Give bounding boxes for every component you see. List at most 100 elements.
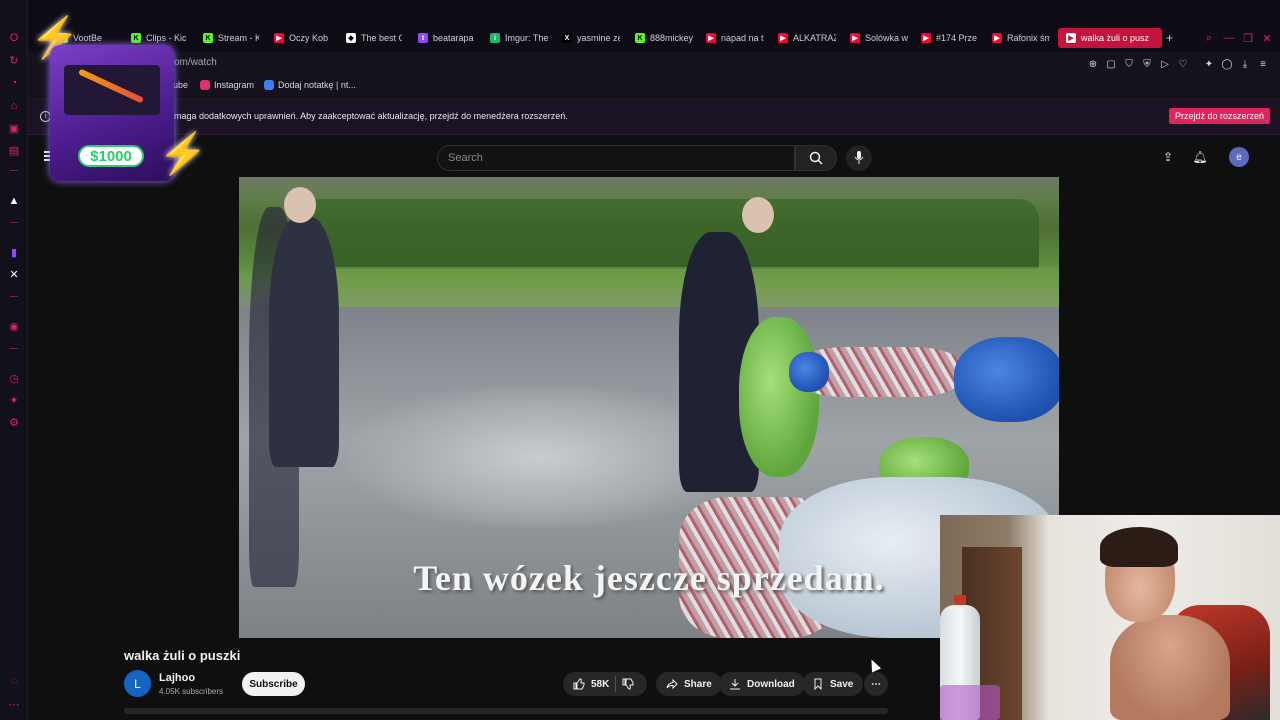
mouse-cursor — [866, 657, 882, 673]
opera-logo-icon[interactable]: O — [6, 30, 22, 46]
bookmark-note[interactable]: Dodaj notatkę | nt... — [264, 80, 356, 90]
twitch-icon[interactable]: ▮ — [6, 244, 22, 260]
tab-label: The best C — [361, 33, 402, 43]
video-person-head — [742, 197, 774, 233]
extensions-icon[interactable]: ✦ — [6, 392, 22, 408]
tab[interactable]: ◆ The best C — [346, 28, 402, 48]
webcam-streamer-hair — [1100, 527, 1178, 567]
subscriber-count: 4.05K subscribers — [159, 687, 224, 696]
minimize-icon[interactable]: — — [1222, 31, 1236, 45]
search-button[interactable] — [795, 145, 837, 171]
youtube-header: ⇪ 🔔︎ e — [28, 136, 1280, 178]
gx-icon[interactable]: ◌ — [6, 673, 22, 689]
tab-label: 888mickey — [650, 33, 693, 43]
vpn-icon[interactable]: ⛨ — [1140, 57, 1154, 71]
x-icon[interactable]: ✕ — [6, 266, 22, 282]
download-icon — [730, 679, 740, 690]
video-scene-grass — [299, 267, 1059, 307]
clock-icon[interactable]: ◷ — [6, 370, 22, 386]
bell-icon[interactable]: 🔔︎ — [1192, 149, 1208, 165]
search-box[interactable] — [437, 145, 795, 171]
search-tabs-icon[interactable]: ⌕ — [1202, 31, 1216, 45]
tab-label: Solówka w — [865, 33, 908, 43]
menu-icon[interactable]: ≡ — [1256, 57, 1270, 71]
account-avatar[interactable]: e — [1229, 147, 1249, 167]
download-label: Download — [747, 678, 795, 690]
tab[interactable]: Xyasmine ze — [562, 28, 620, 48]
subscribe-button[interactable]: Subscribe — [242, 672, 305, 696]
tab[interactable]: K Stream - K — [203, 28, 259, 48]
search-input[interactable] — [438, 146, 794, 170]
tab[interactable]: i Imgur: The — [490, 28, 548, 48]
history-icon[interactable]: ◔ — [6, 75, 22, 91]
webcam-glass — [940, 685, 1000, 720]
messenger-icon[interactable]: ▤ — [6, 142, 22, 158]
tab[interactable]: ▶ #174 Prze — [921, 28, 979, 48]
tab-strip: K VootBe K Clips - Kic K Stream - K ▶ Oczy K… — [28, 0, 1280, 52]
address-bar[interactable]: om/watch ⊕ ▢ ⛉ ⛨ ▷ ♡ ✦ ◯ ⤓ ≡ — [28, 52, 1280, 76]
image-icon[interactable]: ▣ — [6, 120, 22, 136]
aria-icon[interactable]: ▲ — [6, 193, 22, 209]
more-icon[interactable]: ⋯ — [6, 696, 22, 712]
more-icon: ⋯ — [871, 678, 881, 690]
tab[interactable]: t beatarapa — [418, 28, 474, 48]
maximize-icon[interactable]: ❐ — [1241, 31, 1255, 45]
more-actions-button[interactable]: ⋯ — [864, 672, 888, 696]
bookmarks-bar: ube Instagram Dodaj notatkę | nt... — [28, 76, 1280, 96]
tab-label: #174 Prze — [936, 33, 978, 43]
tab-label: ALKATRAZ — [793, 33, 836, 43]
youtube-icon: ▶ — [921, 33, 931, 43]
thumbs-down-icon[interactable] — [622, 678, 634, 690]
go-to-extensions-button[interactable]: Przejdź do rozszerzeń — [1168, 108, 1270, 124]
voice-search-button[interactable] — [846, 145, 872, 171]
video-subtitle: Ten wózek jeszcze sprzedam. — [413, 558, 885, 598]
tab[interactable]: ▶ Rafonix śm — [992, 28, 1050, 48]
tab[interactable]: ▶ ALKATRAZ — [778, 28, 836, 48]
x-icon: X — [562, 33, 572, 43]
video-blue-bag — [954, 337, 1059, 422]
tab-label: Oczy Kob — [289, 33, 329, 43]
tab-active[interactable]: ▶ walka żuli o pusz — [1058, 28, 1162, 48]
snapshot-icon[interactable]: ▢ — [1104, 57, 1118, 71]
video-player[interactable]: Ten wózek jeszcze sprzedam. — [239, 177, 1059, 638]
channel-name[interactable]: Lajhoo — [159, 672, 195, 684]
extensions-icon[interactable]: ✦ — [1202, 57, 1216, 71]
lightning-icon: ⚡ — [158, 132, 208, 176]
bookmark-label: Dodaj notatkę | nt... — [278, 80, 356, 90]
profile-icon[interactable]: ◯ — [1220, 57, 1234, 71]
tab[interactable]: ▶ Solówka w — [850, 28, 908, 48]
tab[interactable]: ▶ Oczy Kob — [274, 28, 330, 48]
wallet-icon[interactable]: ⌂ — [6, 98, 22, 114]
adblock-icon[interactable]: ⛉ — [1122, 57, 1136, 71]
twitch-icon: t — [418, 33, 428, 43]
save-button[interactable]: Save — [802, 672, 864, 696]
close-icon[interactable]: ✕ — [1260, 31, 1274, 45]
pin-icon[interactable]: ⊕ — [1086, 57, 1100, 71]
tab[interactable]: K 888mickey — [635, 28, 693, 48]
share-button[interactable]: Share — [656, 672, 722, 696]
like-dislike-group: 58K — [563, 672, 647, 696]
tab-label: Stream - K — [218, 33, 259, 43]
tab-label: Rafonix śm — [1007, 33, 1050, 43]
bookmark-instagram[interactable]: Instagram — [200, 80, 254, 90]
kick-icon: K — [203, 33, 213, 43]
thumbs-up-icon[interactable] — [573, 678, 585, 690]
tab[interactable]: ▶ napad na t — [706, 28, 764, 48]
promo-price: $1000 — [78, 145, 144, 167]
download-button[interactable]: Download — [719, 672, 805, 696]
download-icon[interactable]: ⤓ — [1238, 57, 1252, 71]
settings-icon[interactable]: ⚙ — [6, 414, 22, 430]
play-icon[interactable]: ▷ — [1158, 57, 1172, 71]
channel-avatar[interactable]: L — [124, 670, 151, 697]
like-count[interactable]: 58K — [591, 679, 609, 690]
save-label: Save — [830, 678, 854, 690]
upload-icon[interactable]: ⇪ — [1160, 149, 1176, 165]
description-bar[interactable] — [124, 708, 888, 714]
new-tab-button[interactable]: + — [1166, 28, 1180, 48]
player-icon[interactable]: ◉ — [6, 318, 22, 334]
reload-icon[interactable]: ↻ — [6, 52, 22, 68]
sidebar-divider — [10, 348, 18, 349]
opera-sidebar: O ↻ ◔ ⌂ ▣ ▤ ▲ ▮ ✕ ◉ ◷ ✦ ⚙ ◌ ⋯ — [0, 0, 28, 720]
youtube-icon: ▶ — [274, 33, 284, 43]
heart-icon[interactable]: ♡ — [1176, 57, 1190, 71]
